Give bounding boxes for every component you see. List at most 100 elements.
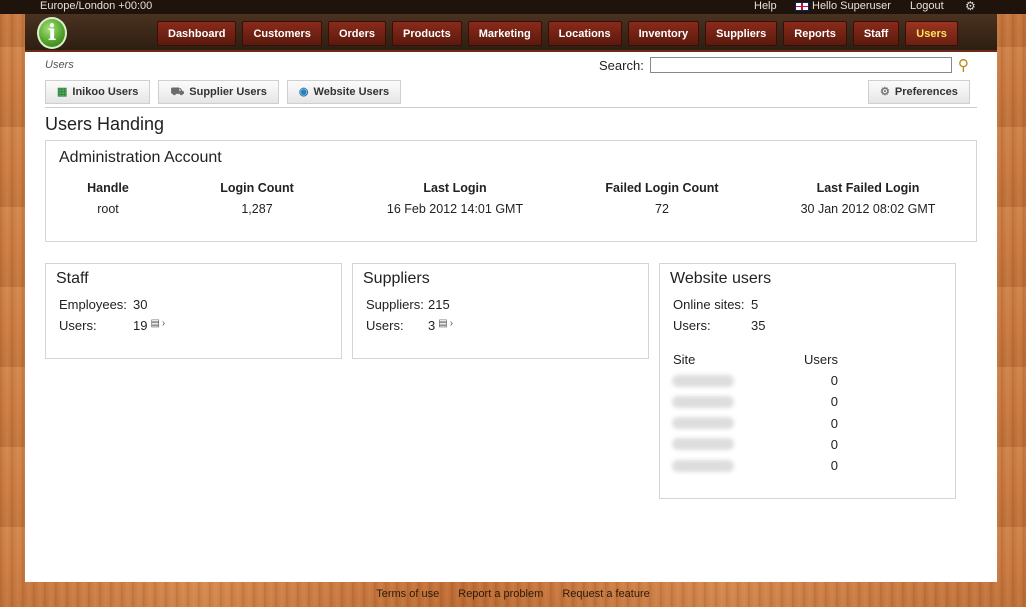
suppliers-title: Suppliers (363, 270, 430, 287)
site-name-redacted[interactable] (672, 375, 734, 387)
main-nav: Dashboard Customers Orders Products Mark… (157, 21, 958, 46)
org-tree-icon: ▦ (57, 86, 68, 98)
nav-tab-inventory[interactable]: Inventory (627, 21, 700, 46)
admin-table: Handle Login Count Last Login Failed Log… (58, 177, 966, 219)
website-users-button[interactable]: ◉ Website Users (286, 80, 402, 104)
col-last-login: Last Login (423, 181, 487, 195)
main-content: Users Search: ⚲ ▦ Inikoo Users ⛟ Supplie… (25, 52, 997, 582)
employees-row: Employees: 30 (59, 297, 147, 312)
online-sites-value: 5 (751, 297, 759, 312)
col-users: Users (804, 352, 838, 367)
nav-tab-users[interactable]: Users (905, 21, 958, 46)
site-users-value: 0 (830, 394, 838, 409)
header: i Dashboard Customers Orders Products Ma… (25, 14, 997, 52)
truck-icon: ⛟ (170, 86, 185, 98)
staff-users-value[interactable]: 19 (133, 318, 147, 333)
supplier-users-value[interactable]: 3 (428, 318, 435, 333)
nav-tab-dashboard[interactable]: Dashboard (157, 21, 237, 46)
site-name-redacted[interactable] (672, 417, 734, 429)
website-users-label: Users: (673, 318, 711, 333)
nav-tab-marketing[interactable]: Marketing (467, 21, 542, 46)
website-title: Website users (670, 270, 772, 287)
staff-panel: Staff Employees: 30 Users: 19 ▤ › (45, 263, 342, 359)
suppliers-count-row: Suppliers: 215 (366, 297, 450, 312)
uk-flag-icon (795, 2, 809, 11)
site-name-redacted[interactable] (672, 438, 734, 450)
user-greeting: Hello Superuser (795, 0, 891, 13)
cell-handle[interactable]: root (58, 199, 158, 219)
site-users-value: 0 (830, 437, 838, 452)
online-sites-label: Online sites: (673, 297, 745, 312)
search-icon[interactable]: ⚲ (958, 56, 969, 74)
preferences-button[interactable]: ⚙ Preferences (868, 80, 970, 104)
employees-label: Employees: (59, 297, 127, 312)
globe-icon: ◉ (298, 86, 309, 98)
top-bar: Europe/London +00:00 Help Hello Superuse… (0, 0, 1026, 14)
staff-title: Staff (56, 270, 89, 287)
table-row: root 1,287 16 Feb 2012 14:01 GMT 72 30 J… (58, 199, 966, 219)
info-logo-icon[interactable]: i (37, 17, 67, 49)
nav-tab-locations[interactable]: Locations (547, 21, 622, 46)
staff-users-label: Users: (59, 318, 97, 333)
users-subtabs: ▦ Inikoo Users ⛟ Supplier Users ◉ Websit… (45, 80, 402, 104)
col-login-count: Login Count (220, 181, 294, 195)
timezone-label: Europe/London +00:00 (40, 0, 153, 12)
cell-last-failed-login: 30 Jan 2012 08:02 GMT (800, 202, 936, 216)
inikoo-users-button[interactable]: ▦ Inikoo Users (45, 80, 151, 104)
footer: Terms of use Report a problem Request a … (0, 588, 1026, 600)
staff-users-row: Users: 19 ▤ › (59, 318, 165, 333)
breadcrumb[interactable]: Users (45, 59, 74, 71)
nav-tab-products[interactable]: Products (392, 21, 462, 46)
nav-tab-orders[interactable]: Orders (327, 21, 387, 46)
divider (45, 107, 977, 108)
online-sites-row: Online sites: 5 (673, 297, 758, 312)
calendar-icon[interactable]: ▤ (438, 318, 447, 333)
cell-last-login: 16 Feb 2012 14:01 GMT (386, 202, 524, 216)
calendar-icon[interactable]: ▤ (150, 318, 159, 333)
help-link[interactable]: Help (754, 0, 777, 13)
supplier-users-row: Users: 3 ▤ › (366, 318, 453, 333)
suppliers-label: Suppliers: (366, 297, 424, 312)
chevron-right-icon[interactable]: › (162, 318, 165, 333)
admin-panel-title: Administration Account (59, 149, 222, 166)
nav-tab-staff[interactable]: Staff (852, 21, 900, 46)
page-title: Users Handing (45, 114, 165, 134)
nav-tab-customers[interactable]: Customers (242, 21, 322, 46)
website-users-panel: Website users Online sites: 5 Users: 35 … (659, 263, 956, 499)
greeting-text: Hello Superuser (812, 0, 891, 12)
cell-failed-login-count: 72 (655, 202, 669, 216)
website-users-count-row: Users: 35 (673, 318, 765, 333)
col-last-failed-login: Last Failed Login (816, 181, 920, 195)
website-users-label: Website Users (313, 86, 390, 98)
search-input[interactable] (649, 57, 952, 73)
cog-icon: ⚙ (880, 86, 890, 98)
terms-link[interactable]: Terms of use (376, 588, 439, 600)
chevron-right-icon[interactable]: › (450, 318, 453, 333)
nav-tab-suppliers[interactable]: Suppliers (705, 21, 778, 46)
cell-login-count: 1,287 (241, 202, 273, 216)
preferences-label: Preferences (894, 86, 958, 98)
site-name-redacted[interactable] (672, 396, 734, 408)
employees-value: 30 (133, 297, 148, 312)
search-label: Search: (599, 57, 644, 73)
suppliers-panel: Suppliers Suppliers: 215 Users: 3 ▤ › (352, 263, 649, 359)
inikoo-users-label: Inikoo Users (72, 86, 139, 98)
request-feature-link[interactable]: Request a feature (562, 588, 649, 600)
supplier-users-label: Users: (366, 318, 404, 333)
site-users-value: 0 (830, 458, 838, 473)
report-problem-link[interactable]: Report a problem (458, 588, 543, 600)
logout-link[interactable]: Logout (910, 0, 944, 13)
site-users-value: 0 (830, 416, 838, 431)
site-users-value: 0 (830, 373, 838, 388)
nav-tab-reports[interactable]: Reports (783, 21, 847, 46)
supplier-users-label: Supplier Users (189, 86, 267, 98)
table-header-row: Handle Login Count Last Login Failed Log… (58, 177, 966, 199)
col-handle: Handle (87, 181, 129, 195)
supplier-users-button[interactable]: ⛟ Supplier Users (158, 80, 279, 104)
gear-icon[interactable]: ⚙ (965, 0, 976, 13)
suppliers-value: 215 (428, 297, 450, 312)
col-site: Site (673, 352, 696, 367)
search-bar: Search: ⚲ (599, 56, 969, 74)
site-name-redacted[interactable] (672, 460, 734, 472)
col-failed-login-count: Failed Login Count (605, 181, 719, 195)
